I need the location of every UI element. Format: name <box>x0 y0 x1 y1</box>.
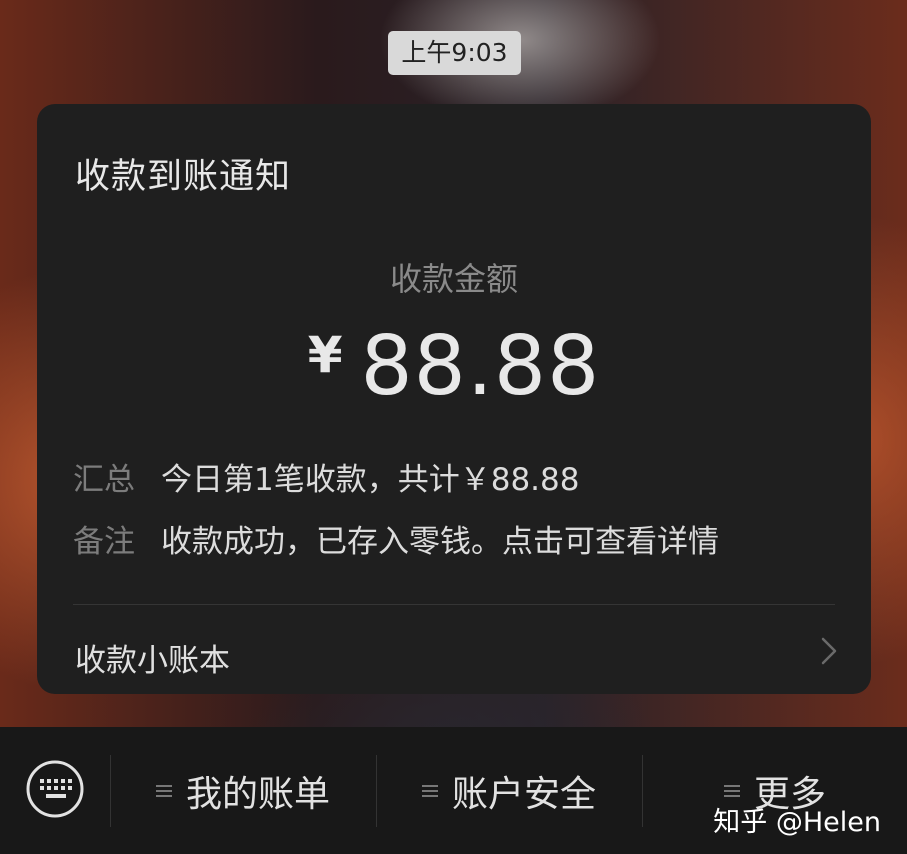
menu-item-account-security[interactable]: 账户安全 <box>377 727 641 854</box>
menu-item-account-security-label: 账户安全 <box>451 773 596 815</box>
summary-value: 今日第1笔收款，共计￥88.88 <box>161 462 580 498</box>
keyboard-icon <box>26 760 84 818</box>
currency-symbol: ¥ <box>307 326 343 384</box>
menu-lines-icon <box>155 784 172 797</box>
timestamp-pill: 上午9:03 <box>388 31 521 75</box>
note-key: 备注 <box>73 524 135 560</box>
note-row: 备注 收款成功，已存入零钱。点击可查看详情 <box>73 516 719 561</box>
amount-label: 收款金额 <box>389 260 518 298</box>
menu-item-my-bills-label: 我的账单 <box>185 773 330 815</box>
ledger-link-label: 收款小账本 <box>75 643 230 679</box>
keyboard-toggle-button[interactable] <box>25 759 85 819</box>
amount-value: 88.88 <box>360 319 601 414</box>
summary-row: 汇总 今日第1笔收款，共计￥88.88 <box>73 454 579 499</box>
amount-display: ¥88.88 <box>37 319 871 414</box>
watermark: 知乎 @Helen <box>713 807 881 838</box>
note-value: 收款成功，已存入零钱。点击可查看详情 <box>161 524 719 560</box>
notification-title: 收款到账通知 <box>75 157 292 197</box>
payment-notification-card[interactable]: 收款到账通知 收款金额 ¥88.88 汇总 今日第1笔收款，共计￥88.88 备注… <box>37 104 871 694</box>
menu-lines-icon <box>421 784 438 797</box>
chevron-right-icon <box>821 637 837 665</box>
menu-lines-icon <box>723 784 740 797</box>
summary-key: 汇总 <box>73 462 135 498</box>
ledger-link[interactable]: 收款小账本 <box>37 605 871 694</box>
menu-item-my-bills[interactable]: 我的账单 <box>111 727 375 854</box>
